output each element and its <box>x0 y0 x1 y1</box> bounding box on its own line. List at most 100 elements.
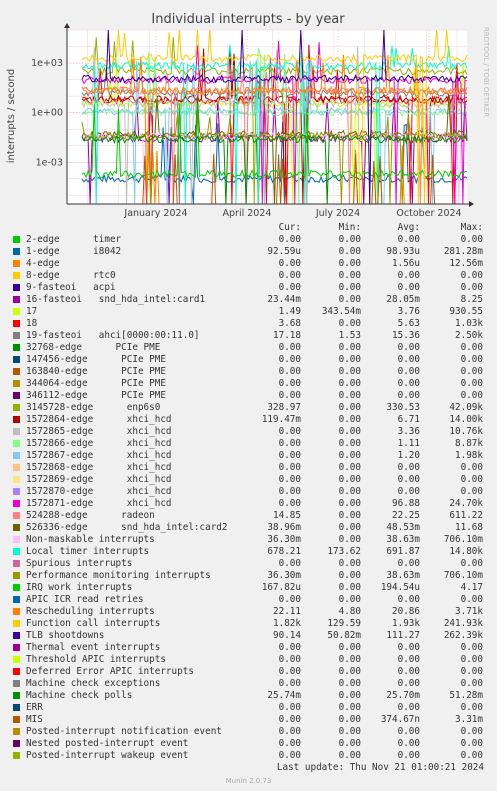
legend-row: 1572865-edge xhci_hcd 0.00 0.00 3.36 10.76k <box>0 426 497 438</box>
legend-swatch <box>13 644 20 651</box>
legend-label: 18 <box>26 318 38 329</box>
legend-swatch <box>13 560 20 567</box>
legend-avg: 0.00 <box>397 378 420 389</box>
legend-label: Thermal event interrupts <box>26 642 161 653</box>
legend-row: ERR 0.00 0.00 0.00 0.00 <box>0 702 497 714</box>
legend-label: 1572864-edge xhci_hcd <box>26 414 172 425</box>
legend-avg: 0.00 <box>397 594 420 605</box>
legend-max: 0.00 <box>460 486 483 497</box>
legend-max: 0.00 <box>460 654 483 665</box>
legend-avg: 0.00 <box>397 390 420 401</box>
legend-max: 14.00k <box>449 414 483 425</box>
legend-label: 1572866-edge xhci_hcd <box>26 438 172 449</box>
legend-avg: 0.00 <box>397 558 420 569</box>
legend-avg: 691.87 <box>386 546 420 557</box>
legend-swatch <box>13 452 20 459</box>
x-tick-label: July 2024 <box>315 208 360 219</box>
legend-avg: 3.36 <box>397 426 420 437</box>
legend-label: APIC ICR read retries <box>26 594 144 605</box>
legend-max: 0.00 <box>460 390 483 401</box>
legend-avg: 330.53 <box>386 402 420 413</box>
legend-label: Nested posted-interrupt event <box>26 738 189 749</box>
legend-label: 8-edge rtc0 <box>26 270 116 281</box>
legend-swatch <box>13 524 20 531</box>
legend-max: 0.00 <box>460 354 483 365</box>
legend-label: 1572867-edge xhci_hcd <box>26 450 172 461</box>
legend-avg: 0.00 <box>397 462 420 473</box>
legend-label: Machine check polls <box>26 690 133 701</box>
legend-max: 0.00 <box>460 726 483 737</box>
legend-row: 1572866-edge xhci_hcd 0.00 0.00 1.11 8.87k <box>0 438 497 450</box>
legend-label: 344064-edge PCIe PME <box>26 378 166 389</box>
legend-swatch <box>13 728 20 735</box>
legend-row: 18 3.68 0.00 5.63 1.03k <box>0 318 497 330</box>
legend-label: 32768-edge PCIe PME <box>26 342 161 353</box>
legend-swatch <box>13 392 20 399</box>
legend-swatch <box>13 500 20 507</box>
legend-swatch <box>13 584 20 591</box>
legend-label: 3145728-edge enp6s0 <box>26 402 161 413</box>
legend-max: 14.80k <box>449 546 483 557</box>
legend-label: 9-fasteoi acpi <box>26 282 116 293</box>
legend-row: IRQ work interrupts 167.82u 0.00 194.54u 4.1… <box>0 582 497 594</box>
legend-avg: 0.00 <box>397 642 420 653</box>
legend-swatch <box>13 236 20 243</box>
legend-row: 1572867-edge xhci_hcd 0.00 0.00 1.20 1.98k <box>0 450 497 462</box>
legend-label: Posted-interrupt wakeup event <box>26 750 189 761</box>
x-tick-label: October 2024 <box>396 208 461 219</box>
header-avg: Avg: <box>397 222 420 233</box>
legend-avg: 0.00 <box>397 354 420 365</box>
legend-swatch <box>13 416 20 423</box>
legend-swatch <box>13 464 20 471</box>
legend-label: 1572871-edge xhci_hcd <box>26 498 172 509</box>
legend-avg: 15.36 <box>392 330 420 341</box>
legend-label: 1-edge i8042 <box>26 246 122 257</box>
legend-row: 524288-edge radeon 14.85 0.00 22.25 611.22 <box>0 510 497 522</box>
legend-max: 0.00 <box>460 678 483 689</box>
legend-max: 262.39k <box>443 630 483 641</box>
y-tick-label: 1e+00 <box>31 108 63 119</box>
legend-avg: 48.53m <box>386 522 420 533</box>
rrdtool-watermark: RRDTOOL / TOBI OETIKER <box>482 27 490 117</box>
chart: Individual interrupts - by year interrup… <box>6 12 490 219</box>
legend-row: Deferred Error APIC interrupts 0.00 0.00 0.… <box>0 666 497 678</box>
legend-max: 0.00 <box>460 342 483 353</box>
legend-max: 1.03k <box>455 318 483 329</box>
legend-avg: 0.00 <box>397 486 420 497</box>
legend-swatch <box>13 296 20 303</box>
legend-swatch <box>13 716 20 723</box>
header-max: Max: <box>460 222 483 233</box>
legend-max: 0.00 <box>460 738 483 749</box>
legend-max: 3.31m <box>455 714 483 725</box>
legend-row: 16-fasteoi snd_hda_intel:card1 23.44m 0.00… <box>0 294 497 306</box>
legend-label: Local timer interrupts <box>26 546 150 557</box>
legend-row: Function call interrupts 1.82k 129.59 1.93k… <box>0 618 497 630</box>
legend-swatch <box>13 608 20 615</box>
legend-row: Performance monitoring interrupts 36.30m 0… <box>0 570 497 582</box>
legend-swatch <box>13 404 20 411</box>
legend-row: 2-edge timer 0.00 0.00 0.00 0.00 <box>0 234 497 246</box>
x-tick-label: January 2024 <box>123 208 187 219</box>
legend-swatch <box>13 572 20 579</box>
legend-avg: 0.00 <box>397 654 420 665</box>
legend-label: Non-maskable interrupts <box>26 534 155 545</box>
legend-swatch <box>13 344 20 351</box>
legend-swatch <box>13 488 20 495</box>
legend-swatch <box>13 440 20 447</box>
legend-avg: 1.56u <box>392 258 420 269</box>
legend-row: 1572870-edge xhci_hcd 0.00 0.00 0.00 0.00 <box>0 486 497 498</box>
legend-swatch <box>13 680 20 687</box>
legend-label: 1572868-edge xhci_hcd <box>26 462 172 473</box>
legend-avg: 0.00 <box>397 726 420 737</box>
legend-avg: 0.00 <box>397 750 420 761</box>
legend-avg: 0.00 <box>397 738 420 749</box>
legend-swatch <box>13 260 20 267</box>
legend-swatch <box>13 704 20 711</box>
legend-max: 0.00 <box>460 462 483 473</box>
legend-row: APIC ICR read retries 0.00 0.00 0.00 0.00 <box>0 594 497 606</box>
legend-max: 0.00 <box>460 270 483 281</box>
legend-max: 0.00 <box>460 750 483 761</box>
legend-row: Rescheduling interrupts 22.11 4.80 20.86 3.7… <box>0 606 497 618</box>
legend-swatch <box>13 272 20 279</box>
legend-max: 0.00 <box>460 282 483 293</box>
